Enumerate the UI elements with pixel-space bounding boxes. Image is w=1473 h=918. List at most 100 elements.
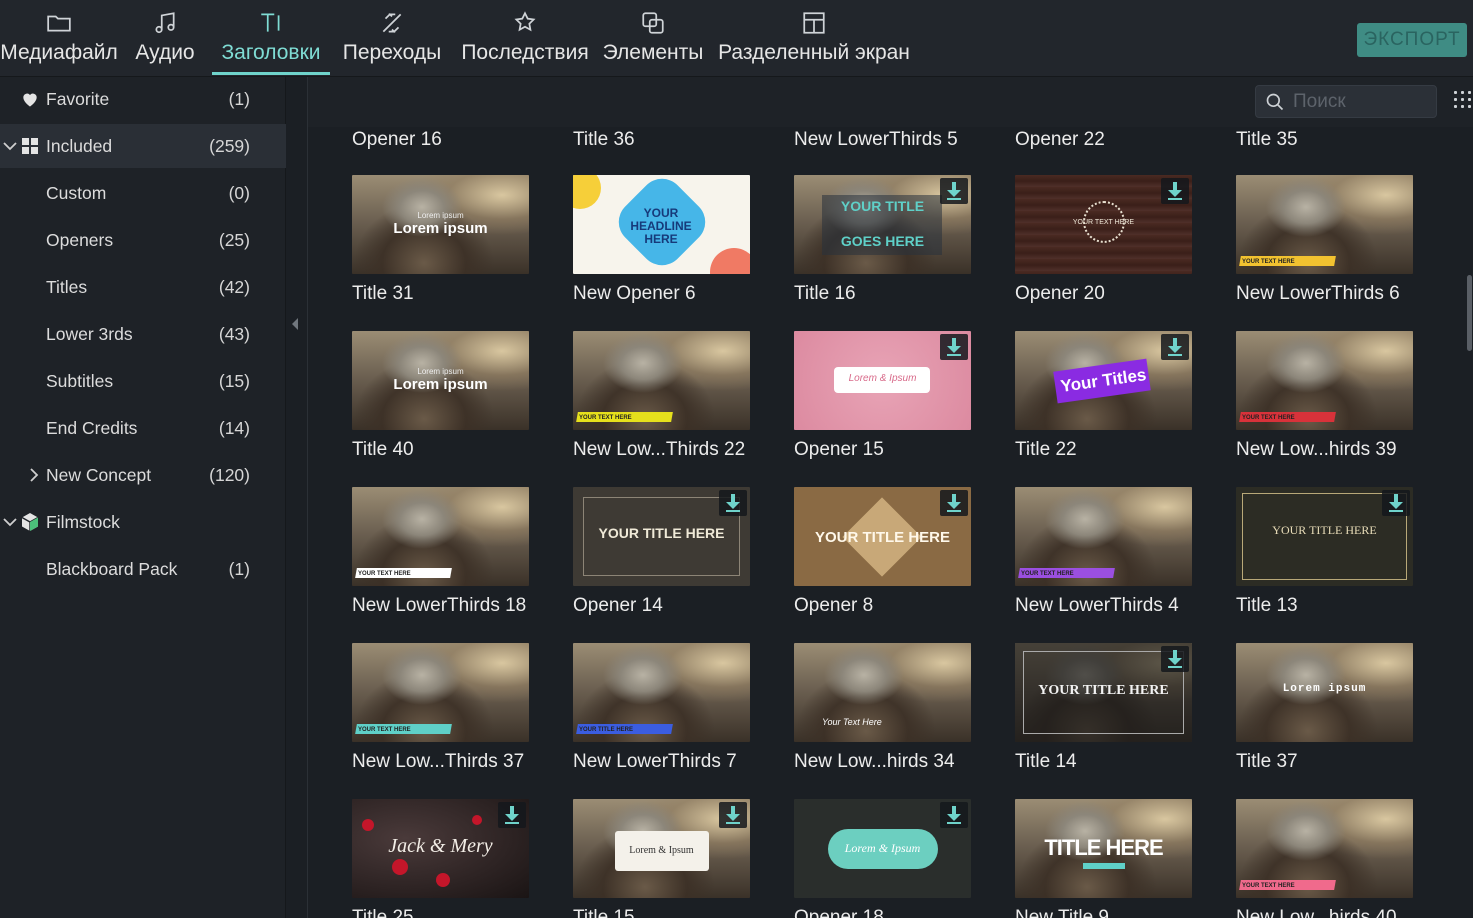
sidebar-item-custom[interactable]: Custom (0) <box>0 171 286 215</box>
title-card[interactable]: Lorem & Ipsum Title 15 <box>573 799 750 918</box>
tab-split-screen[interactable]: Разделенный экран <box>712 0 916 77</box>
title-card[interactable]: Lorem & Ipsum Opener 18 <box>794 799 971 918</box>
title-thumbnail[interactable]: YOUR TEXT HERE <box>1236 799 1413 898</box>
title-thumbnail[interactable]: Your Text Here <box>794 643 971 742</box>
title-card[interactable]: Your Titles Title 22 <box>1015 331 1192 460</box>
sidebar-item-new-concept[interactable]: New Concept (120) <box>0 453 286 497</box>
download-button[interactable] <box>1382 490 1410 516</box>
export-button[interactable]: ЭКСПОРТ <box>1357 23 1467 57</box>
sidebar-item-label: Filmstock <box>46 511 120 532</box>
tab-elements[interactable]: Элементы <box>600 0 706 77</box>
tab-media[interactable]: Медиафайл <box>0 0 124 77</box>
sidebar-item-blackboard-pack[interactable]: Blackboard Pack (1) <box>0 547 286 591</box>
content-scrollbar[interactable] <box>1466 127 1473 918</box>
title-card[interactable]: YOUR HEADLINE HERE New Opener 6 <box>573 175 750 304</box>
heart-icon <box>20 89 40 109</box>
title-card[interactable]: YOUR TEXT HERE New LowerThirds 18 <box>352 487 529 616</box>
title-card-name: New LowerThirds 6 <box>1236 283 1400 304</box>
title-thumbnail[interactable]: Your Titles <box>1015 331 1192 430</box>
chevron-down-icon[interactable] <box>2 514 18 530</box>
download-button[interactable] <box>1161 178 1189 204</box>
tab-titles[interactable]: Заголовки <box>212 0 330 77</box>
scrollbar-thumb[interactable] <box>1467 275 1472 351</box>
title-card[interactable]: YOUR TEXT HERE New Low...Thirds 37 <box>352 643 529 772</box>
download-button[interactable] <box>940 490 968 516</box>
tab-audio[interactable]: Аудио <box>128 0 202 77</box>
title-card-name: Title 16 <box>794 283 856 304</box>
title-card[interactable]: YOUR TEXT HERE New Low...Thirds 22 <box>573 331 750 460</box>
download-button[interactable] <box>719 490 747 516</box>
title-card[interactable]: Lorem ipsum Lorem ipsum Title 40 <box>352 331 529 460</box>
sidebar-item-filmstock[interactable]: Filmstock <box>0 500 286 544</box>
title-card[interactable]: YOUR TITLE HERE Title 13 <box>1236 487 1413 616</box>
sidebar-item-openers[interactable]: Openers (25) <box>0 218 286 262</box>
thumb-text: YOUR TITLE HERE <box>1272 523 1377 537</box>
tab-transitions[interactable]: Переходы <box>340 0 444 77</box>
title-card-name: Title 36 <box>573 129 635 150</box>
download-button[interactable] <box>940 334 968 360</box>
title-card[interactable]: TITLE HERE New Title 9 <box>1015 799 1192 918</box>
download-button[interactable] <box>1161 646 1189 672</box>
title-card[interactable]: YOUR TITLE HERE Opener 14 <box>573 487 750 616</box>
title-thumbnail[interactable]: YOUR TEXT HERE <box>1015 487 1192 586</box>
title-thumbnail[interactable]: Lorem ipsum Lorem ipsum <box>352 175 529 274</box>
title-card[interactable]: Jack & Mery Title 25 <box>352 799 529 918</box>
title-thumbnail[interactable]: Lorem ipsum Lorem ipsum <box>352 331 529 430</box>
title-thumbnail[interactable]: Lorem & Ipsum <box>794 799 971 898</box>
split-screen-icon <box>803 12 825 34</box>
sidebar-item-favorite[interactable]: Favorite (1) <box>0 77 286 121</box>
sidebar-item-subtitles[interactable]: Subtitles (15) <box>0 359 286 403</box>
download-button[interactable] <box>719 802 747 828</box>
title-card[interactable]: YOUR TITLE HERE Title 14 <box>1015 643 1192 772</box>
sidebar-item-included[interactable]: Included (259) <box>0 124 286 168</box>
tab-effects[interactable]: Последствия <box>456 0 594 77</box>
title-thumbnail[interactable]: YOUR TEXT HERE <box>352 487 529 586</box>
sidebar-item-titles[interactable]: Titles (42) <box>0 265 286 309</box>
title-card[interactable]: Lorem ipsum Title 37 <box>1236 643 1413 772</box>
title-thumbnail[interactable]: YOUR HEADLINE HERE <box>573 175 750 274</box>
title-thumbnail[interactable]: Lorem & Ipsum <box>573 799 750 898</box>
search-box[interactable] <box>1255 85 1437 118</box>
title-card[interactable]: YOUR TEXT HERE Opener 20 <box>1015 175 1192 304</box>
title-card[interactable]: YOUR TITLE GOES HERE Title 16 <box>794 175 971 304</box>
title-card[interactable]: YOUR TEXT HERE New Low...hirds 39 <box>1236 331 1413 460</box>
title-thumbnail[interactable]: YOUR TEXT HERE <box>352 643 529 742</box>
title-thumbnail[interactable]: YOUR TITLE HERE <box>573 643 750 742</box>
title-card[interactable]: YOUR TITLE HERE Opener 8 <box>794 487 971 616</box>
download-button[interactable] <box>1161 334 1189 360</box>
download-button[interactable] <box>940 802 968 828</box>
title-card[interactable]: YOUR TEXT HERE New LowerThirds 4 <box>1015 487 1192 616</box>
title-thumbnail[interactable]: YOUR TITLE GOES HERE <box>794 175 971 274</box>
sidebar-item-end-credits[interactable]: End Credits (14) <box>0 406 286 450</box>
title-thumbnail[interactable]: YOUR TEXT HERE <box>573 331 750 430</box>
title-thumbnail[interactable]: YOUR TITLE HERE <box>794 487 971 586</box>
chevron-right-icon[interactable] <box>26 467 42 483</box>
download-button[interactable] <box>498 802 526 828</box>
title-thumbnail[interactable]: YOUR TITLE HERE <box>1236 487 1413 586</box>
title-thumbnail[interactable]: Lorem ipsum <box>1236 643 1413 742</box>
title-card-name: New Title 9 <box>1015 907 1109 918</box>
effects-icon <box>514 11 536 32</box>
title-thumbnail[interactable]: YOUR TEXT HERE <box>1015 175 1192 274</box>
search-input[interactable] <box>1293 89 1431 115</box>
title-card[interactable]: YOUR TITLE HERE New LowerThirds 7 <box>573 643 750 772</box>
title-card[interactable]: Your Text Here New Low...hirds 34 <box>794 643 971 772</box>
title-thumbnail[interactable]: YOUR TITLE HERE <box>573 487 750 586</box>
title-thumbnail[interactable]: YOUR TEXT HERE <box>1236 331 1413 430</box>
download-button[interactable] <box>940 178 968 204</box>
title-thumbnail[interactable]: Lorem & Ipsum <box>794 331 971 430</box>
grid-view-icon[interactable] <box>1454 91 1472 113</box>
title-thumbnail[interactable]: TITLE HERE <box>1015 799 1192 898</box>
title-card[interactable]: Lorem & Ipsum Opener 15 <box>794 331 971 460</box>
chevron-down-icon[interactable] <box>2 138 18 154</box>
title-thumbnail[interactable]: YOUR TEXT HERE <box>1236 175 1413 274</box>
title-thumbnail[interactable]: YOUR TITLE HERE <box>1015 643 1192 742</box>
title-card[interactable]: YOUR TEXT HERE New Low...hirds 40 <box>1236 799 1413 918</box>
title-thumbnail[interactable]: Jack & Mery <box>352 799 529 898</box>
sidebar-collapse-handle[interactable] <box>286 77 308 918</box>
sidebar-item-count: (1) <box>228 88 250 109</box>
title-card-name: Title 35 <box>1236 129 1298 150</box>
sidebar-item-lower-3rds[interactable]: Lower 3rds (43) <box>0 312 286 356</box>
title-card[interactable]: YOUR TEXT HERE New LowerThirds 6 <box>1236 175 1413 304</box>
title-card[interactable]: Lorem ipsum Lorem ipsum Title 31 <box>352 175 529 304</box>
